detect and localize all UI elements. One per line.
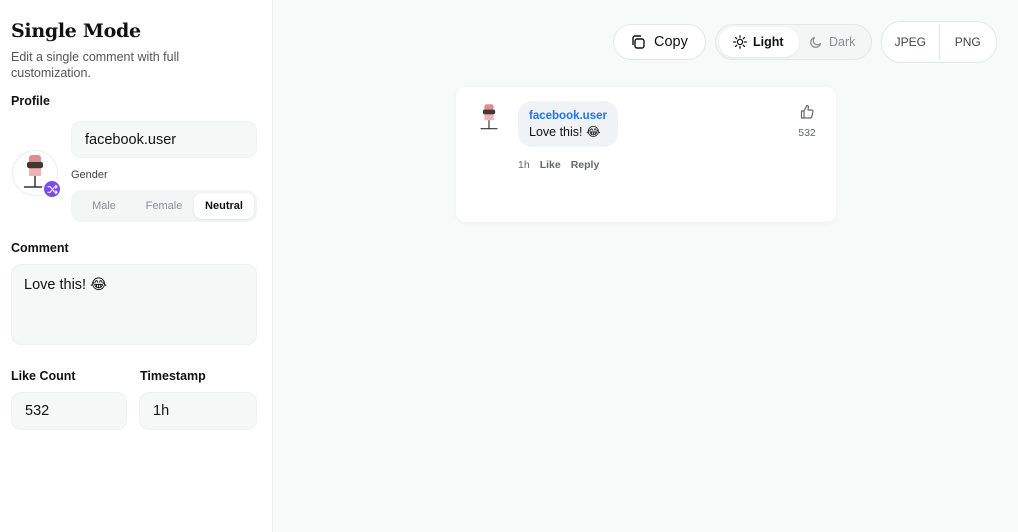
theme-toggle[interactable]: Light Dark [715,24,872,60]
comment-text: Love this! 😂 [529,125,601,139]
shuffle-avatar-button[interactable] [42,179,62,199]
comment-author: facebook.user [529,110,607,122]
profile-label: Profile [11,94,50,108]
avatar-illustration [480,104,498,130]
timestamp-label: Timestamp [140,369,206,383]
shuffle-icon [46,184,58,194]
like-count: 532 [798,127,816,139]
theme-dark-label: Dark [829,35,856,49]
thumbs-up-icon [800,104,814,119]
gender-option-male[interactable]: Male [74,193,134,219]
comment-actions: 1h Like Reply [518,159,599,171]
theme-light-label: Light [753,35,784,49]
export-png-button[interactable]: PNG [940,35,997,49]
comment-reply-action[interactable]: Reply [571,159,600,171]
gender-option-female[interactable]: Female [134,193,194,219]
editor-sidebar: Single Mode Edit a single comment with f… [0,0,273,532]
avatar-picker[interactable] [12,150,62,199]
export-format-group[interactable]: JPEG PNG [881,21,997,63]
like-summary: 532 [794,104,820,139]
comment-time: 1h [518,159,530,171]
export-jpeg-button[interactable]: JPEG [882,35,939,49]
comment-like-action[interactable]: Like [540,159,561,171]
theme-light-option[interactable]: Light [719,27,799,57]
like-count-input[interactable]: 532 [11,392,127,430]
username-input[interactable]: facebook.user [71,121,257,158]
sun-icon [733,35,747,49]
copy-button[interactable]: Copy [613,24,706,60]
comment-label: Comment [11,241,69,255]
copy-icon [632,35,645,49]
page-subtitle: Edit a single comment with full customiz… [11,50,180,80]
copy-label: Copy [654,34,688,50]
comment-bubble: facebook.user Love this! 😂 [518,101,618,147]
gender-selector[interactable]: Male Female Neutral [71,190,257,222]
comment-preview-card: facebook.user Love this! 😂 1h Like Reply… [456,87,836,222]
gender-option-neutral[interactable]: Neutral [194,193,254,219]
like-count-label: Like Count [11,369,76,383]
moon-icon [810,36,822,48]
page-title: Single Mode [11,20,141,42]
gender-label: Gender [71,169,108,181]
comment-textarea[interactable]: Love this! 😂 [11,264,257,345]
timestamp-input[interactable]: 1h [139,392,257,430]
theme-dark-option[interactable]: Dark [799,27,865,57]
comment-avatar [473,102,505,134]
